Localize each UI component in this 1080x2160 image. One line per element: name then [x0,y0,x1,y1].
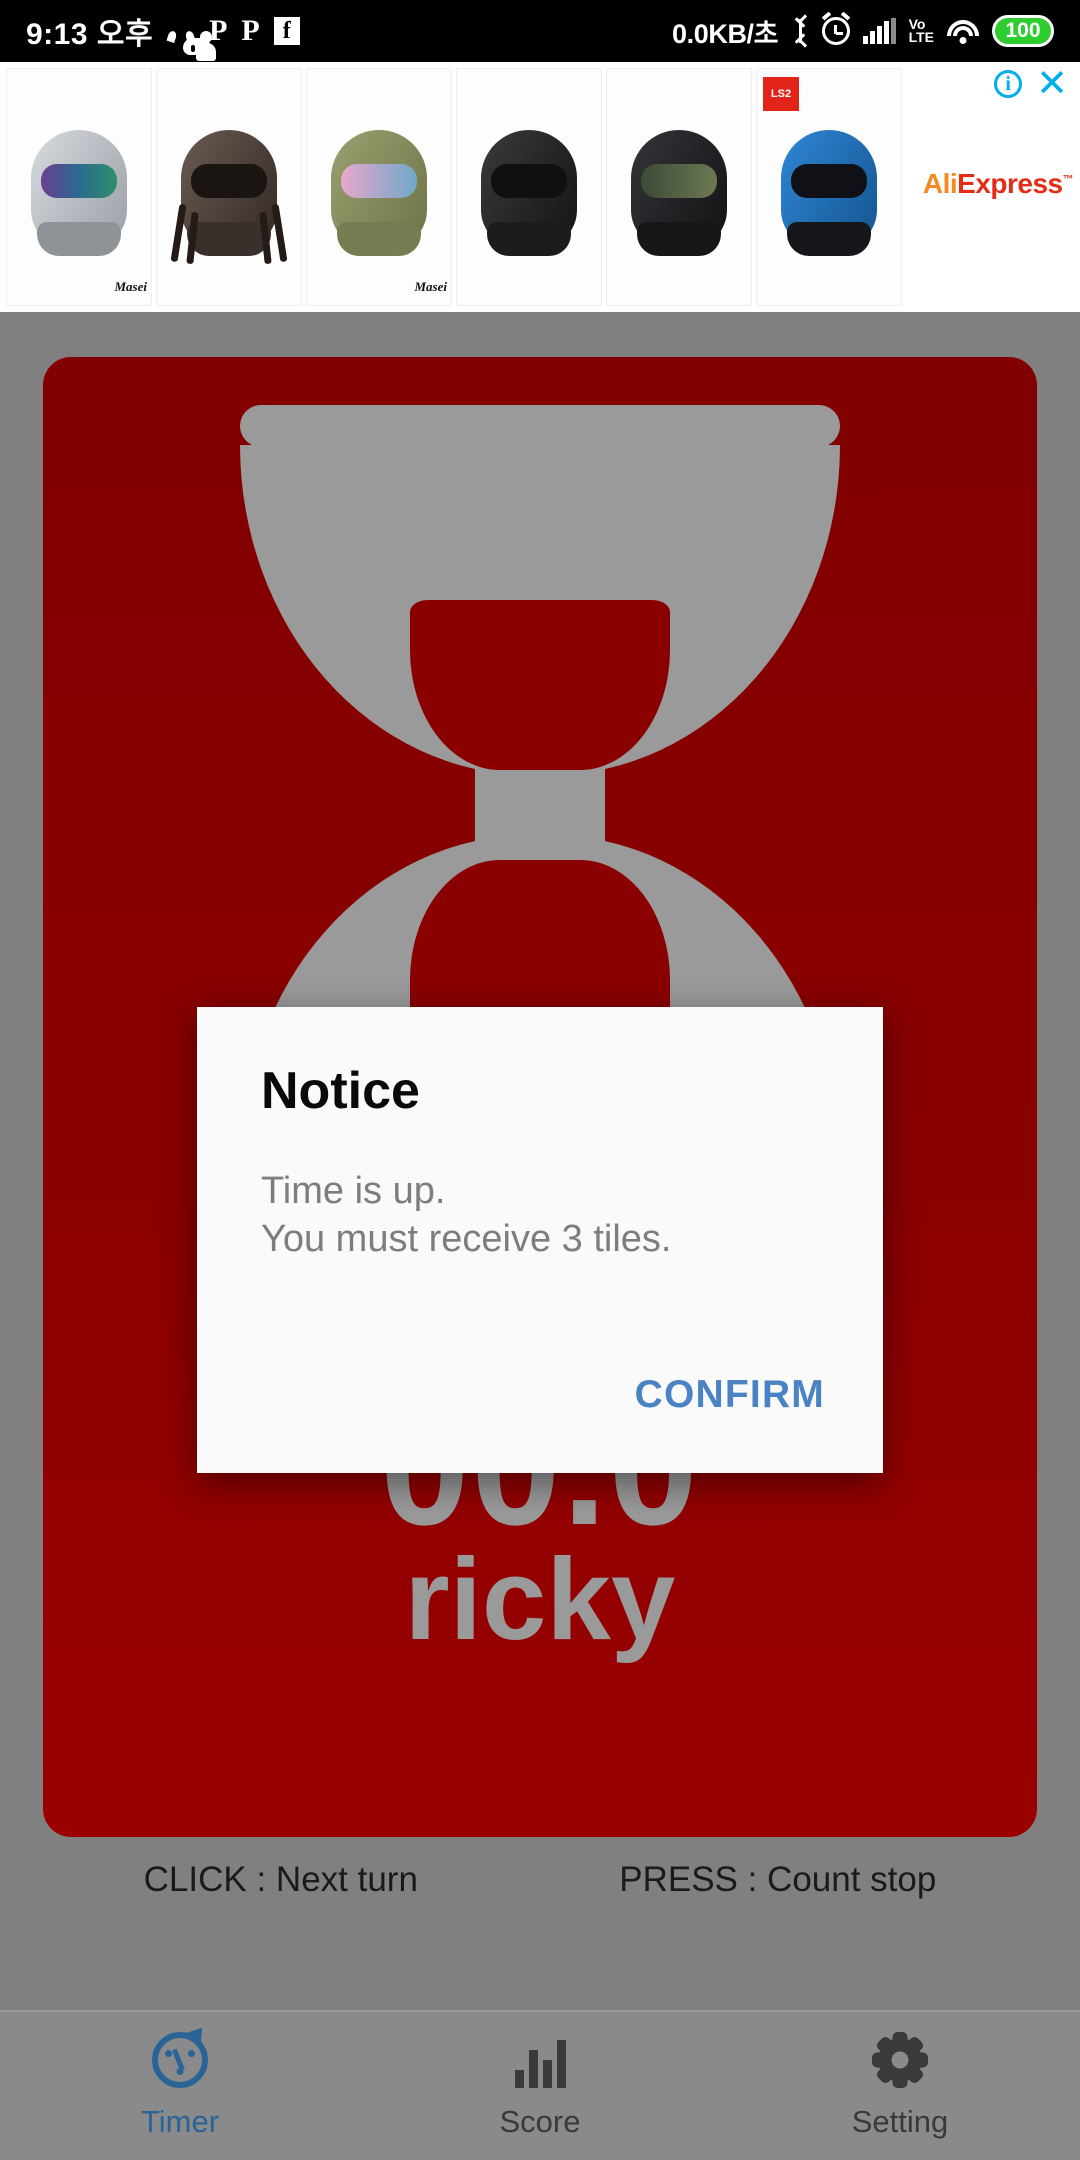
dialog-title: Notice [261,1062,420,1120]
dialog-message-line2: You must receive 3 tiles. [261,1218,672,1261]
notice-dialog: Notice Time is up. You must receive 3 ti… [197,1007,883,1473]
dialog-message: Time is up. You must receive 3 tiles. [261,1167,671,1264]
confirm-button[interactable]: CONFIRM [617,1359,843,1431]
screen: 9:13 오후 P P f 0.0KB/초 Vo LTE 100 Masei M… [0,0,1080,2160]
dialog-actions: CONFIRM [617,1359,843,1431]
dialog-message-line1: Time is up. [261,1170,446,1212]
